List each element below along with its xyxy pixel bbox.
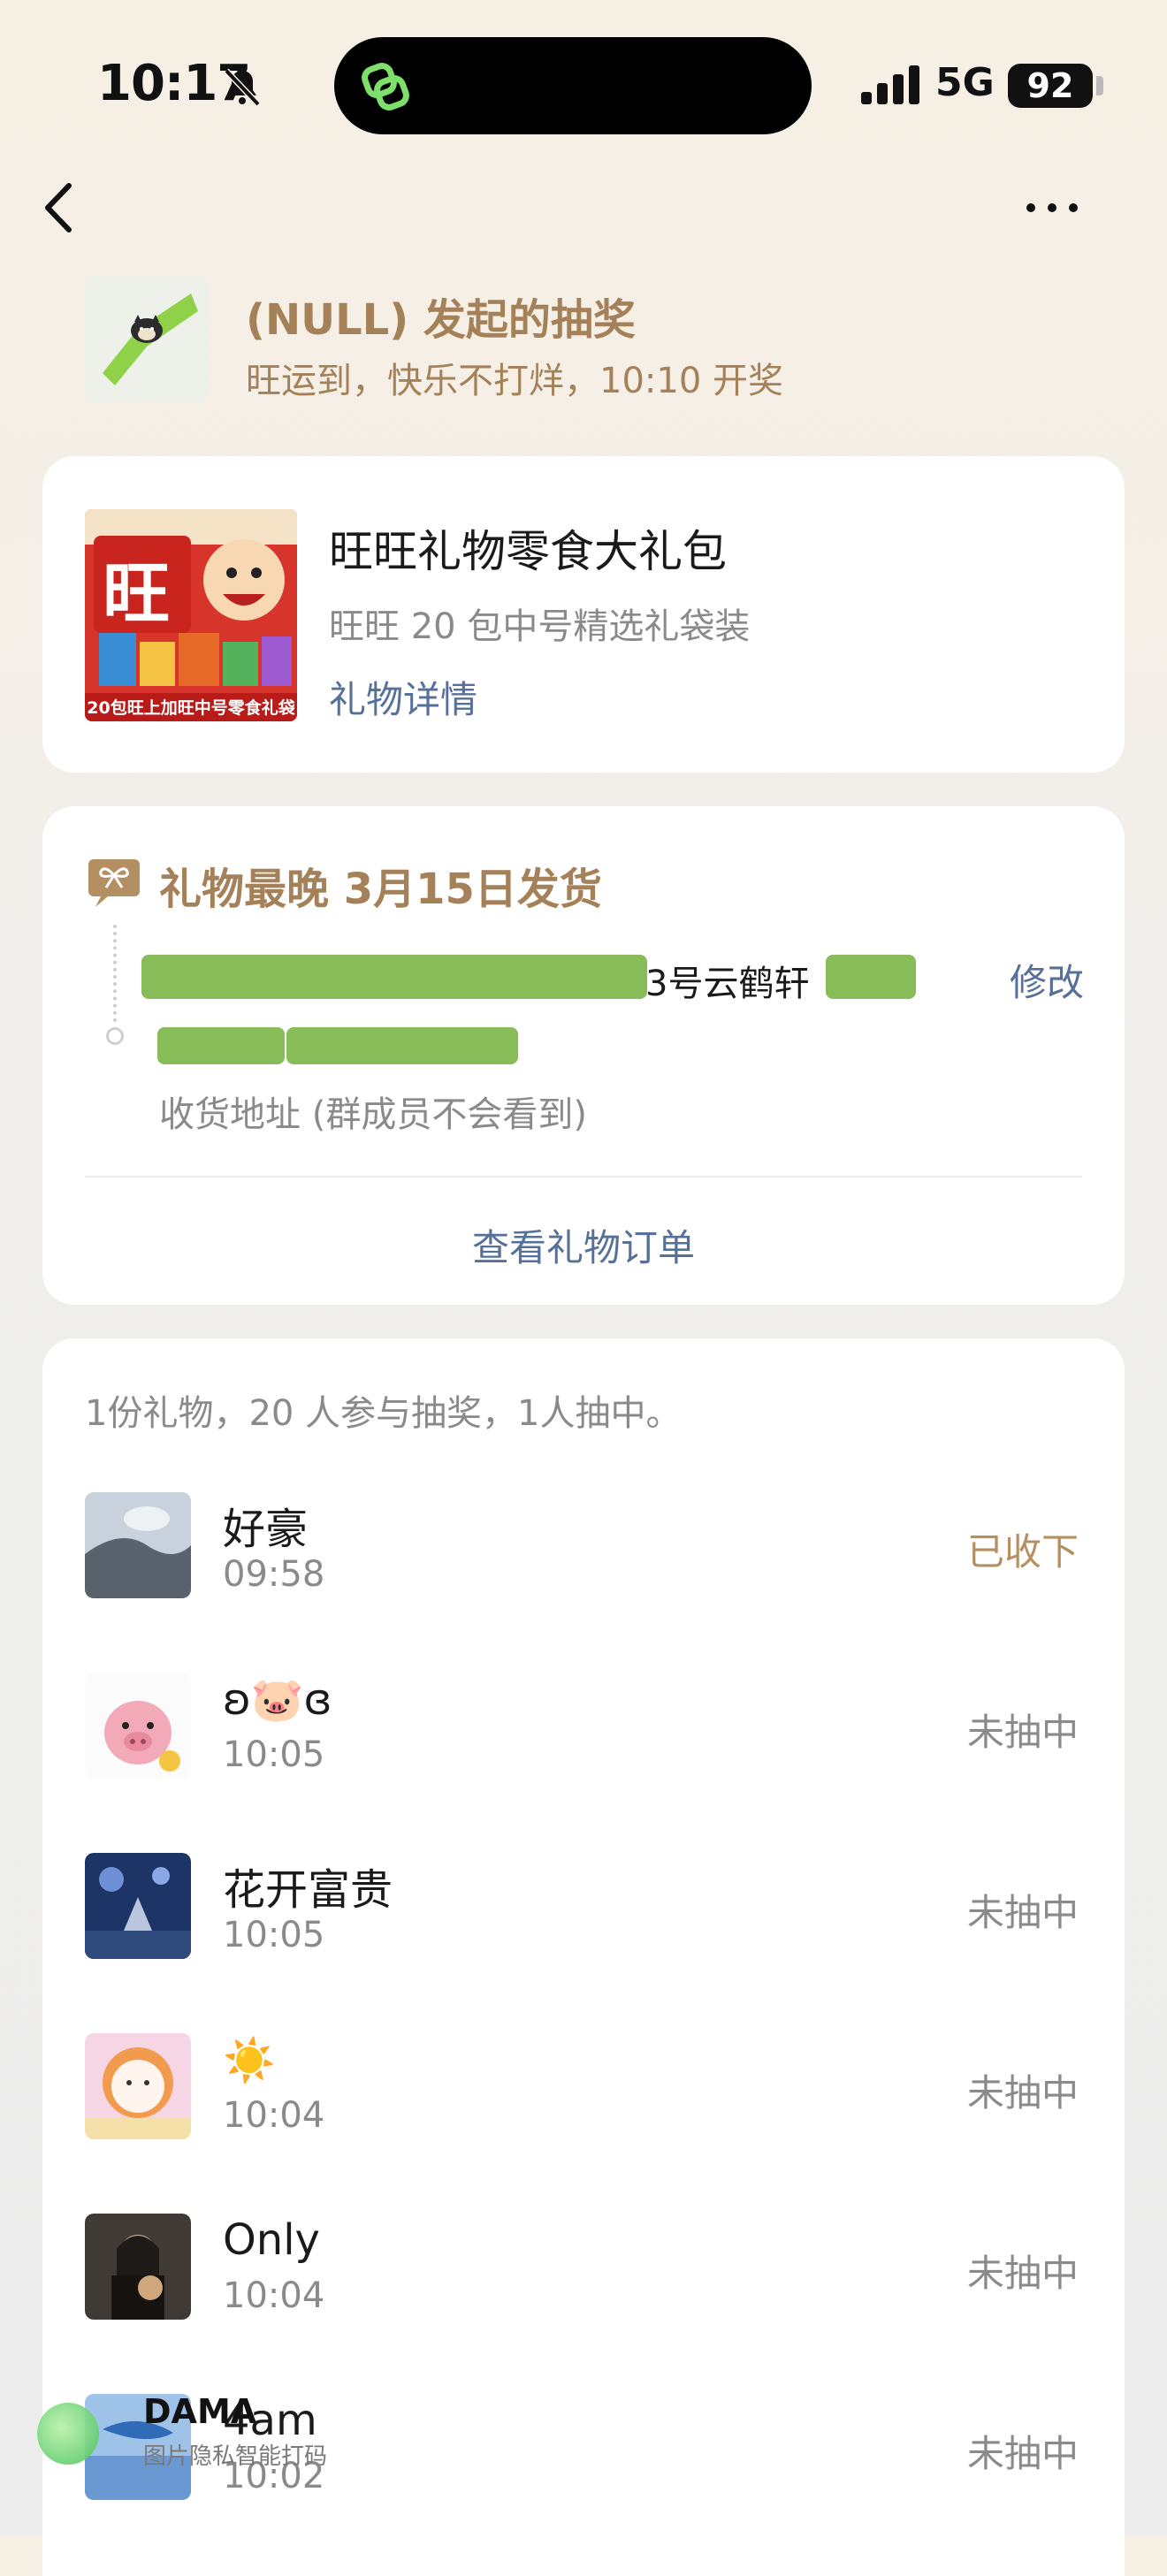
cellular-signal-icon xyxy=(861,65,919,104)
participant-name: ☀️ xyxy=(223,2036,276,2085)
timeline-dots xyxy=(113,925,124,1022)
edit-address-button[interactable]: 修改 xyxy=(1010,953,1084,1007)
privacy-mask xyxy=(141,955,647,999)
gift-spec: 旺旺 20 包中号精选礼袋装 xyxy=(329,606,751,647)
participant-avatar[interactable] xyxy=(85,2033,191,2139)
participant-avatar[interactable] xyxy=(85,2214,191,2320)
gift-image-caption: 20包旺上加旺中号零食礼袋 xyxy=(87,698,295,718)
avatar-image xyxy=(85,1492,191,1598)
participant-time: 10:05 xyxy=(223,1915,325,1955)
battery-level: 92 xyxy=(1008,64,1093,108)
participant-list-card xyxy=(42,1338,1125,2576)
shipping-title: 礼物最晚 3月15日发货 xyxy=(159,865,602,914)
privacy-mask xyxy=(826,955,916,999)
avatar-image xyxy=(85,2033,191,2139)
participant-time: 10:04 xyxy=(223,2095,325,2136)
view-order-button[interactable]: 查看礼物订单 xyxy=(42,1218,1125,1272)
divider xyxy=(85,1176,1082,1177)
participant-status: 未抽中 xyxy=(966,1711,1079,1754)
gift-image-big-char: 旺 xyxy=(103,554,170,633)
privacy-mask xyxy=(157,1027,285,1064)
draw-summary: 1份礼物，20 人参与抽奖，1人抽中。 xyxy=(85,1393,682,1434)
participant-name: 好豪 xyxy=(223,1505,309,1554)
participant-status: 未抽中 xyxy=(966,2432,1079,2475)
participant-name: Only xyxy=(223,2215,320,2265)
host-avatar[interactable] xyxy=(85,276,210,401)
privacy-mask xyxy=(286,1027,518,1064)
watermark-logo-icon xyxy=(37,2403,99,2465)
timeline-circle xyxy=(106,1027,124,1045)
gift-ribbon-icon xyxy=(88,859,140,907)
participant-avatar[interactable] xyxy=(85,1853,191,1959)
watermark-subtitle: 图片隐私智能打码 xyxy=(143,2443,328,2470)
host-title: (NULL) 发起的抽奖 xyxy=(246,295,636,345)
watermark-title: DAMA xyxy=(143,2392,257,2431)
participant-name: ʚ🐷ɞ xyxy=(223,1675,332,1725)
participant-time: 10:04 xyxy=(223,2275,325,2316)
avatar-image xyxy=(85,2214,191,2320)
avatar-image xyxy=(85,1853,191,1959)
gift-name: 旺旺礼物零食大礼包 xyxy=(329,526,727,577)
link-app-icon xyxy=(362,63,409,111)
participant-status: 未抽中 xyxy=(966,2252,1079,2295)
host-avatar-image xyxy=(103,293,198,385)
gift-detail-link[interactable]: 礼物详情 xyxy=(329,670,477,724)
avatar-image xyxy=(85,1673,191,1779)
host-subtitle: 旺运到，快乐不打烊，10:10 开奖 xyxy=(246,361,783,401)
back-button[interactable] xyxy=(35,177,88,239)
participant-status: 未抽中 xyxy=(966,2071,1079,2115)
address-label: 收货地址 (群成员不会看到) xyxy=(159,1094,587,1135)
more-options-button[interactable] xyxy=(1017,186,1087,230)
participant-name: 花开富贵 xyxy=(223,1865,393,1915)
address-visible-text: 3号云鹤轩 xyxy=(645,964,810,1004)
participant-status: 未抽中 xyxy=(966,1891,1079,1934)
participant-avatar[interactable] xyxy=(85,1492,191,1598)
participant-status: 已收下 xyxy=(966,1530,1079,1574)
network-type: 5G xyxy=(935,60,995,105)
participant-time: 10:05 xyxy=(223,1734,325,1775)
participant-avatar[interactable] xyxy=(85,1673,191,1779)
participant-time: 09:58 xyxy=(223,1554,325,1595)
battery-nub xyxy=(1096,76,1103,95)
silent-bell-icon xyxy=(224,68,261,107)
gift-image[interactable]: 旺 20包旺上加旺中号零食礼袋 xyxy=(85,509,297,721)
